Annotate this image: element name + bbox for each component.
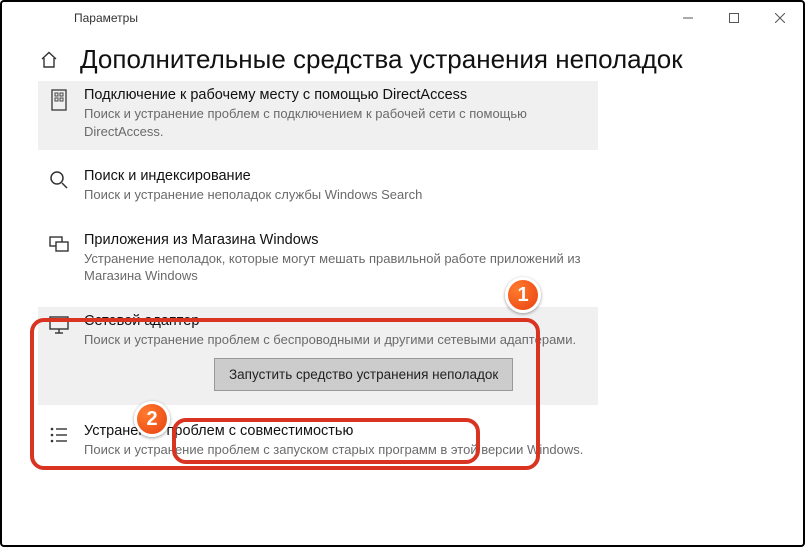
- office-icon: [46, 87, 72, 140]
- page-title: Дополнительные средства устранения непол…: [80, 44, 683, 75]
- troubleshooter-list: Подключение к рабочему месту с помощью D…: [2, 81, 803, 469]
- annotation-badge-2: 2: [134, 401, 170, 437]
- annotation-badge-1: 1: [505, 277, 541, 313]
- item-title: Сетевой адаптер: [84, 313, 590, 329]
- home-icon[interactable]: [38, 49, 60, 71]
- maximize-button[interactable]: [711, 2, 757, 34]
- run-troubleshooter-button[interactable]: Запустить средство устранения неполадок: [214, 358, 513, 391]
- monitor-icon: [46, 313, 72, 392]
- item-desc: Поиск и устранение проблем с беспроводны…: [84, 331, 590, 349]
- troubleshooter-compatibility[interactable]: Устранение проблем с совместимостью Поис…: [38, 417, 598, 469]
- minimize-button[interactable]: [665, 2, 711, 34]
- apps-icon: [46, 232, 72, 285]
- list-icon: [46, 423, 72, 459]
- troubleshooter-network-adapter[interactable]: Сетевой адаптер Поиск и устранение пробл…: [38, 307, 598, 406]
- item-title: Подключение к рабочему месту с помощью D…: [84, 87, 590, 103]
- item-title: Поиск и индексирование: [84, 168, 590, 184]
- troubleshooter-directaccess[interactable]: Подключение к рабочему месту с помощью D…: [38, 81, 598, 150]
- close-button[interactable]: [757, 2, 803, 34]
- item-desc: Поиск и устранение проблем с подключение…: [84, 105, 590, 140]
- search-icon: [46, 168, 72, 204]
- header: Дополнительные средства устранения непол…: [2, 34, 803, 81]
- item-desc: Поиск и устранение неполадок службы Wind…: [84, 186, 590, 204]
- item-title: Приложения из Магазина Windows: [84, 232, 590, 248]
- item-desc: Поиск и устранение проблем с запуском ст…: [84, 441, 590, 459]
- window-title: Параметры: [74, 11, 138, 25]
- window-controls: [665, 2, 803, 34]
- troubleshooter-search[interactable]: Поиск и индексирование Поиск и устранени…: [38, 162, 598, 214]
